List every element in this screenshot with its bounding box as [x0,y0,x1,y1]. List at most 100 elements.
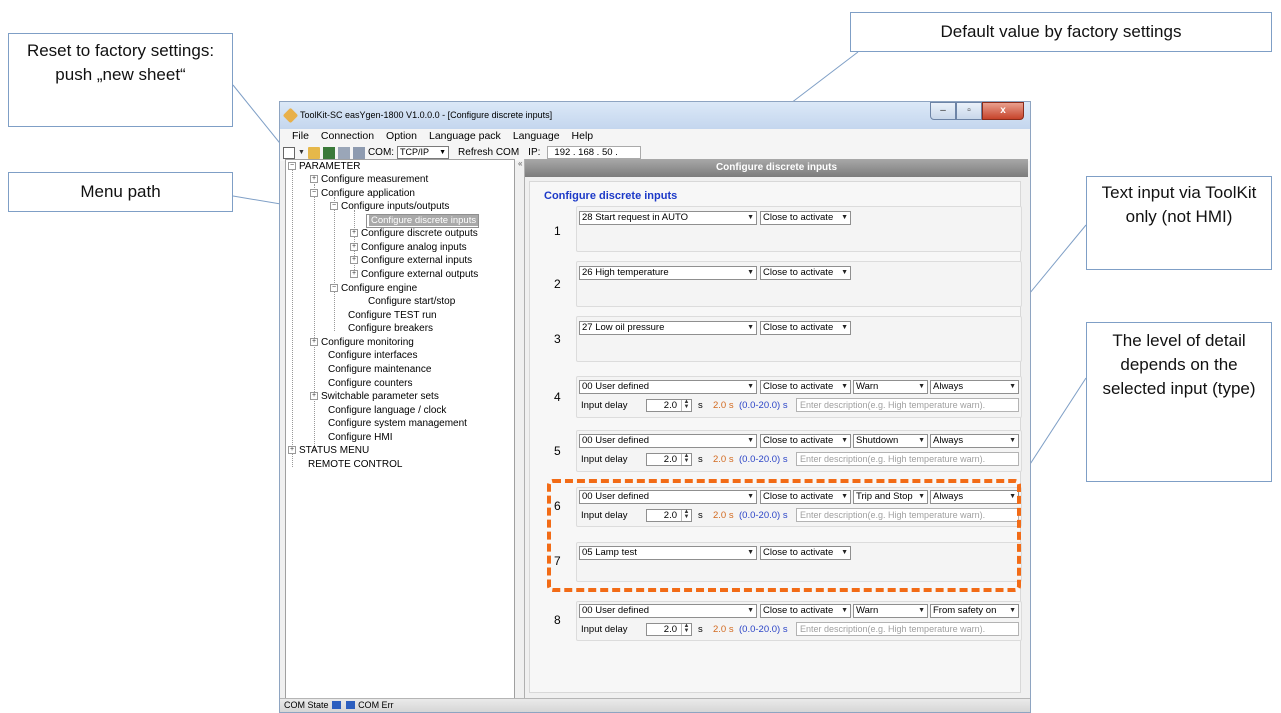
menu-bar: File Connection Option Language pack Lan… [280,129,1030,144]
tree-guide-line [292,170,293,467]
collapse-icon[interactable]: − [330,202,338,211]
function-select[interactable]: 00 User defined ▼ [579,380,757,394]
alarm-class-select[interactable]: Shutdown ▼ [853,434,928,448]
com-select[interactable]: TCP/IP ▼ [397,146,450,159]
callout-default-value: Default value by factory settings [850,12,1272,52]
tree-item-configure-hmi[interactable]: Configure HMI [328,431,392,444]
tree-label: Configure discrete outputs [361,228,478,239]
tree-item-configure-monitoring[interactable]: + Configure monitoring [310,336,414,349]
collapse-icon[interactable]: − [330,284,338,293]
expand-icon[interactable]: + [350,256,358,265]
alarm-class-select[interactable]: Warn ▼ [853,380,928,394]
expand-icon[interactable]: + [350,229,358,238]
ip-address-field[interactable]: 192 . 168 . 50 . 146 [547,146,642,169]
input-delay-spinner[interactable]: 2.0 ▲ ▼ [646,399,692,412]
input-delay-spinner[interactable]: 2.0 ▲ ▼ [646,623,692,636]
logic-select[interactable]: Close to activate ▼ [760,321,851,335]
expand-icon[interactable]: + [350,243,358,252]
function-select[interactable]: 00 User defined ▼ [579,434,757,448]
menu-option[interactable]: Option [386,129,417,144]
function-select[interactable]: 00 User defined ▼ [579,604,757,618]
menu-language[interactable]: Language [513,129,560,144]
tree-item-parameter[interactable]: − PARAMETER [288,160,361,173]
tree-item-configure-external-outputs[interactable]: + Configure external outputs [350,268,478,281]
description-input[interactable]: Enter description(e.g. High temperature … [796,398,1019,412]
tree-item-configure-test-run[interactable]: Configure TEST run [348,309,437,322]
tree-item-status-menu[interactable]: + STATUS MENU [288,444,369,457]
function-select[interactable]: 27 Low oil pressure ▼ [579,321,757,335]
row-box: 28 Start request in AUTO ▼ Close to activ… [576,206,1022,252]
spinner-arrows-icon[interactable]: ▲ ▼ [681,399,691,411]
tree-item-configure-measurement[interactable]: + Configure measurement [310,173,428,186]
logic-select[interactable]: Close to activate ▼ [760,604,851,618]
expand-icon[interactable]: + [350,270,358,279]
delay-unit: s [698,454,703,465]
tree-item-configure-counters[interactable]: Configure counters [328,377,413,390]
tree-item-configure-breakers[interactable]: Configure breakers [348,322,433,335]
spinner-arrows-icon[interactable]: ▲ ▼ [681,623,691,635]
spinner-arrows-icon[interactable]: ▲ ▼ [681,453,691,465]
discrete-input-row-5: 5 00 User defined ▼ Close to activate ▼ Sh… [550,430,1022,478]
delay-range: (0.0-20.0) s [739,400,788,411]
description-input[interactable]: Enter description(e.g. High temperature … [796,622,1019,636]
menu-file[interactable]: File [292,129,309,144]
expand-icon[interactable]: + [310,338,318,347]
logic-select[interactable]: Close to activate ▼ [760,380,851,394]
upload-icon[interactable] [337,146,350,159]
tree-label: Configure breakers [348,323,434,334]
tree-item-configure-application[interactable]: − Configure application [310,187,415,200]
tree-item-configure-maintenance[interactable]: Configure maintenance [328,363,431,376]
chevron-down-icon: ▼ [1009,383,1016,390]
tree-item-configure-engine[interactable]: − Configure engine [330,282,417,295]
menu-connection[interactable]: Connection [321,129,374,144]
menu-help[interactable]: Help [572,129,594,144]
tree-item-configure-discrete-inputs[interactable]: Configure discrete inputs [366,214,480,228]
expand-icon[interactable]: + [310,175,318,184]
tree-item-configure-interfaces[interactable]: Configure interfaces [328,349,418,362]
expand-icon[interactable]: + [288,446,296,455]
delay-mode-value: Always [933,381,964,392]
tree-item-configure-analog-inputs[interactable]: + Configure analog inputs [350,241,467,254]
tree-item-configure-language-clock[interactable]: Configure language / clock [328,404,446,417]
chevron-down-icon: ▼ [747,607,754,614]
collapse-icon[interactable]: − [288,162,296,171]
input-delay-spinner[interactable]: 2.0 ▲ ▼ [646,453,692,466]
title-bar[interactable]: ToolKit-SC easYgen-1800 V1.0.0.0 - [Conf… [280,102,1030,129]
tree-label: Configure external inputs [361,255,473,266]
delay-range: (0.0-20.0) s [739,454,788,465]
delay-mode-select[interactable]: Always ▼ [930,434,1019,448]
save-icon[interactable] [322,146,335,159]
menu-language-pack[interactable]: Language pack [429,129,501,144]
function-select[interactable]: 26 High temperature ▼ [579,266,757,280]
maximize-button[interactable]: ▫ [956,102,982,120]
tree-label: Configure discrete inputs [369,215,479,226]
logic-select[interactable]: Close to activate ▼ [760,211,851,225]
tree-item-configure-inputs-outputs[interactable]: − Configure inputs/outputs [330,200,449,213]
description-input[interactable]: Enter description(e.g. High temperature … [796,452,1019,466]
delay-mode-select[interactable]: Always ▼ [930,380,1019,394]
tree-item-configure-external-inputs[interactable]: + Configure external inputs [350,254,472,267]
collapse-icon[interactable]: − [310,189,318,198]
tree-guide-line [314,184,315,450]
new-sheet-icon[interactable] [283,146,295,159]
tree-item-configure-discrete-outputs[interactable]: + Configure discrete outputs [350,227,478,240]
minimize-button[interactable]: – [930,102,956,120]
tree-item-switchable-parameter-sets[interactable]: + Switchable parameter sets [310,390,439,403]
delay-mode-value: Always [933,435,964,446]
open-folder-icon[interactable] [307,146,320,159]
collapse-pane-icon[interactable]: « [518,159,522,168]
expand-icon[interactable]: + [310,392,318,401]
refresh-com-button[interactable]: Refresh COM [458,147,519,158]
logic-select[interactable]: Close to activate ▼ [760,434,851,448]
new-sheet-dropdown-icon[interactable]: ▼ [298,149,305,156]
logic-select[interactable]: Close to activate ▼ [760,266,851,280]
download-icon[interactable] [352,146,365,159]
tree-item-remote-control[interactable]: REMOTE CONTROL [308,458,402,471]
close-button[interactable]: x [982,102,1024,120]
delay-unit: s [698,400,703,411]
delay-mode-select[interactable]: From safety on ▼ [930,604,1019,618]
tree-item-configure-start-stop[interactable]: Configure start/stop [368,295,455,308]
tree-item-configure-system-management[interactable]: Configure system management [328,417,467,430]
function-select[interactable]: 28 Start request in AUTO ▼ [579,211,757,225]
alarm-class-select[interactable]: Warn ▼ [853,604,928,618]
